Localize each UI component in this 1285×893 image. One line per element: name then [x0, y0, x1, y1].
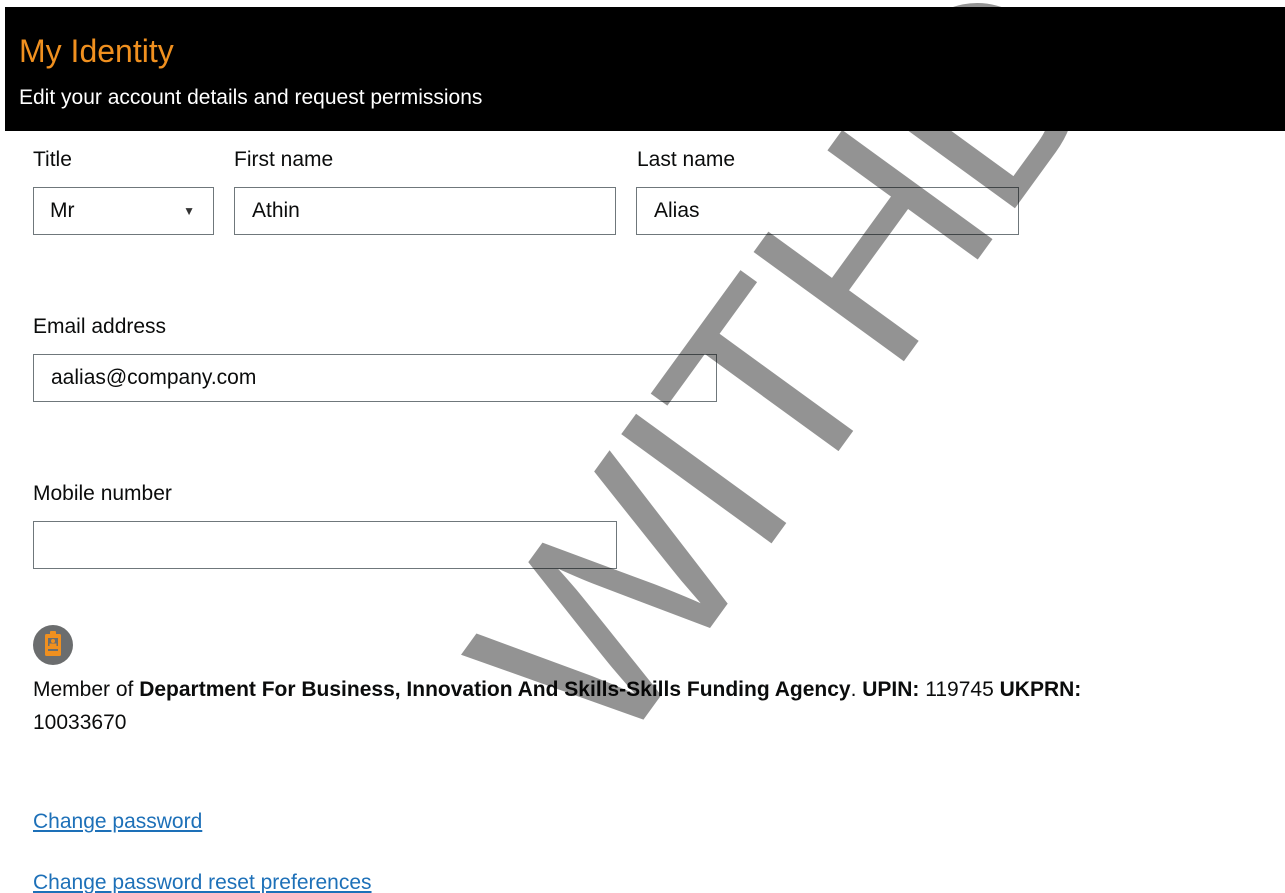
upin-label: UPIN:: [862, 678, 920, 701]
email-input[interactable]: aalias@company.com: [33, 354, 717, 402]
mobile-input[interactable]: [33, 521, 617, 569]
first-name-input[interactable]: Athin: [234, 187, 616, 235]
caret-down-icon: ▼: [183, 204, 195, 218]
membership-details: Member of Department For Business, Innov…: [33, 673, 1233, 739]
membership-organisation: Department For Business, Innovation And …: [139, 678, 851, 701]
first-name-label: First name: [234, 148, 334, 171]
page-title: My Identity: [19, 33, 174, 69]
title-label: Title: [33, 148, 72, 171]
last-name-label: Last name: [637, 148, 736, 171]
id-badge-icon: [33, 625, 73, 665]
page: My Identity Edit your account details an…: [0, 0, 1285, 893]
page-header: My Identity Edit your account details an…: [5, 7, 1285, 131]
ukprn-value: 10033670: [33, 711, 127, 734]
email-label: Email address: [33, 315, 167, 338]
change-password-link[interactable]: Change password: [33, 810, 202, 834]
change-password-reset-preferences-link[interactable]: Change password reset preferences: [33, 871, 372, 893]
ukprn-label: UKPRN:: [999, 678, 1082, 701]
upin-value: 119745: [919, 678, 1000, 701]
title-select-value: Mr: [50, 199, 75, 222]
last-name-input[interactable]: Alias: [636, 187, 1019, 235]
title-select[interactable]: Mr ▼: [33, 187, 214, 235]
membership-prefix: Member of: [33, 678, 140, 701]
mobile-label: Mobile number: [33, 482, 172, 505]
membership-separator: .: [850, 678, 863, 701]
page-subtitle: Edit your account details and request pe…: [19, 86, 483, 109]
